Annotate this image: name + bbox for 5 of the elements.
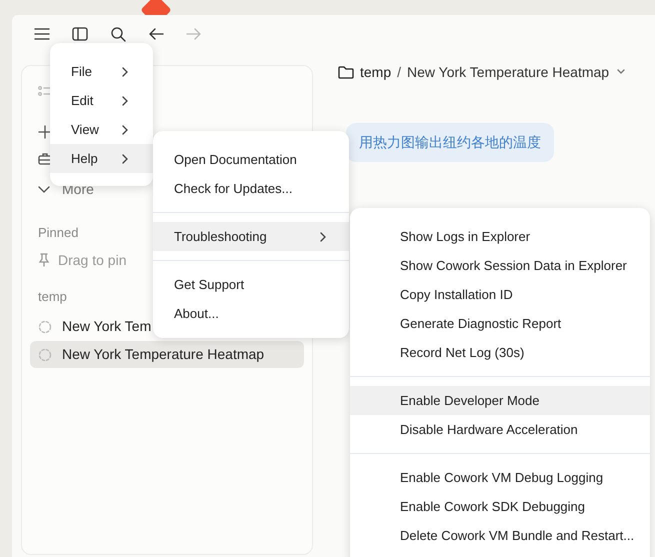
pin-hint: Drag to pin <box>58 250 126 270</box>
path-separator: / <box>397 62 402 82</box>
section-heading: temp <box>38 288 67 306</box>
message-bubble: 用热力图输出纽约各地的温度 <box>346 123 554 162</box>
section-heading: Pinned <box>38 224 78 242</box>
